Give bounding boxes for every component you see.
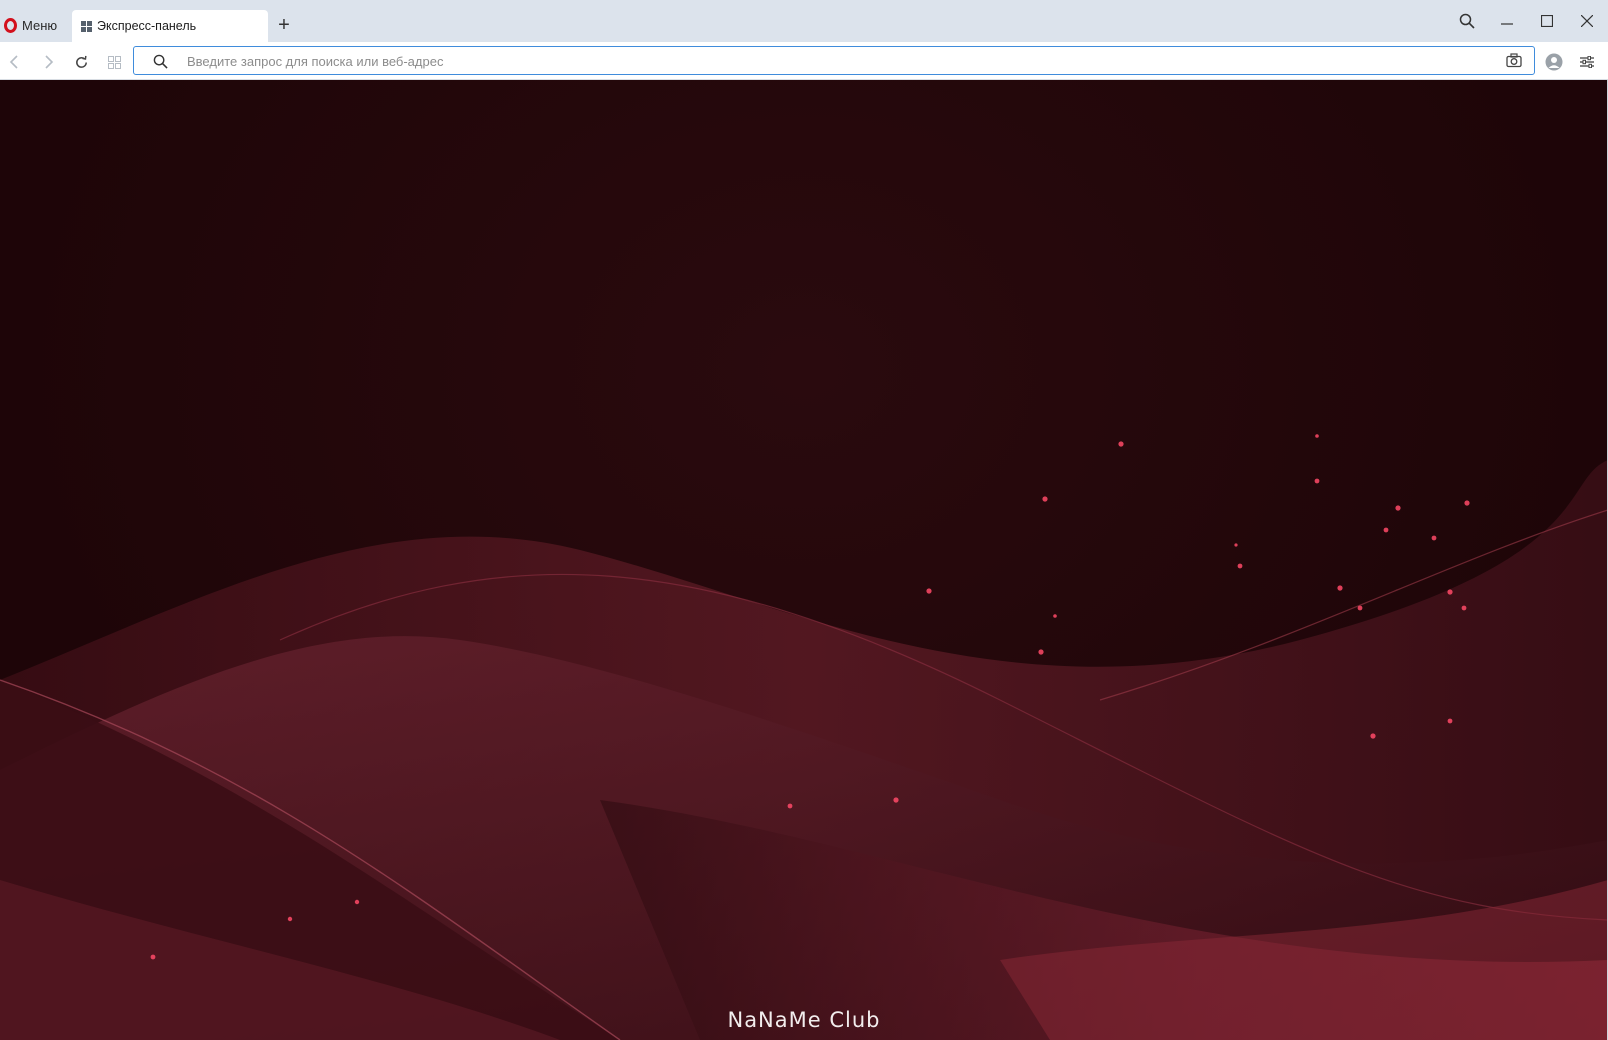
close-button[interactable] (1573, 8, 1601, 34)
back-button[interactable] (4, 51, 26, 73)
wallpaper-waves-image (0, 434, 1608, 1040)
navigation-toolbar (0, 42, 1608, 80)
forward-arrow-icon (45, 55, 54, 69)
reload-icon (75, 55, 87, 68)
account-button[interactable] (1543, 51, 1565, 73)
forward-button[interactable] (37, 51, 59, 73)
address-bar[interactable] (133, 46, 1535, 75)
back-arrow-icon (9, 55, 18, 69)
easy-setup-button[interactable] (1576, 51, 1598, 73)
speed-dial-grid-icon (107, 55, 121, 69)
menu-label: Меню (22, 17, 58, 33)
new-tab-button[interactable]: + (274, 14, 294, 36)
reload-button[interactable] (70, 51, 92, 73)
opera-logo-icon (4, 17, 17, 33)
camera-icon[interactable] (1506, 53, 1522, 68)
speed-dial-tab-icon (81, 20, 92, 32)
opera-menu-button[interactable]: Меню (4, 14, 57, 36)
search-icon (1459, 13, 1475, 29)
address-input[interactable] (185, 50, 1469, 73)
easy-setup-icon (1580, 56, 1594, 68)
account-icon (1545, 53, 1563, 71)
minimize-button[interactable] (1493, 8, 1521, 34)
tab-title: Экспресс-панель (97, 19, 197, 33)
wallpaper-brand-text: NaNaMe Club (727, 1008, 881, 1032)
search-icon (153, 54, 168, 69)
close-icon (1581, 15, 1593, 27)
minimize-icon (1501, 23, 1513, 25)
maximize-icon (1541, 15, 1553, 27)
search-tabs-button[interactable] (1453, 8, 1481, 34)
maximize-button[interactable] (1533, 8, 1561, 34)
title-bar: Меню Экспресс-панель + (0, 0, 1608, 42)
speed-dial-page: NaNaMe Club (0, 80, 1608, 1040)
tab-speed-dial[interactable]: Экспресс-панель (72, 10, 268, 42)
speed-dial-button[interactable] (103, 51, 125, 73)
